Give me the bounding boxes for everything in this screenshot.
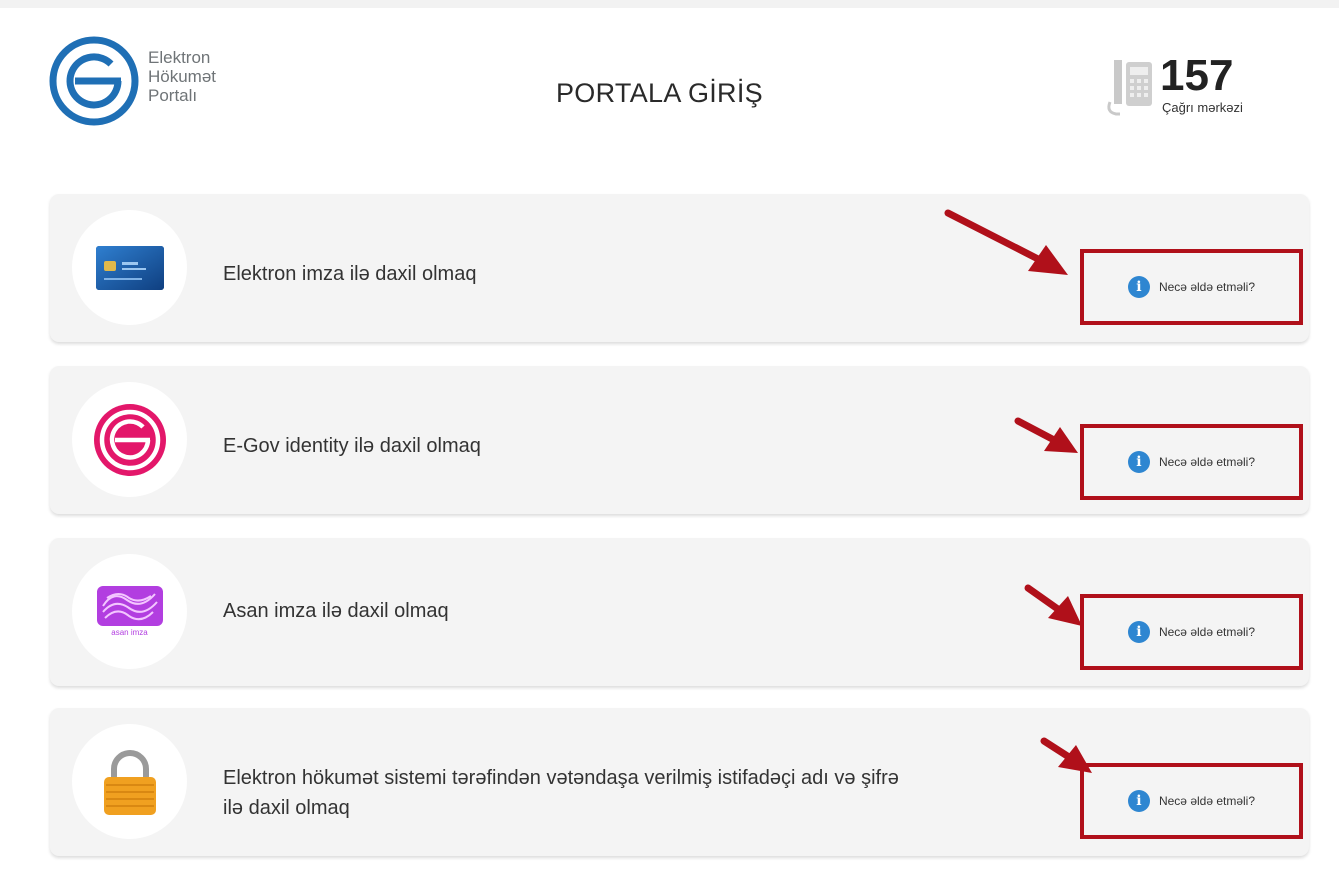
- info-icon: i: [1127, 276, 1150, 298]
- info-icon: i: [1127, 621, 1150, 643]
- login-option-asan-imza[interactable]: asan imza Asan imza ilə daxil olmaq i Ne…: [50, 538, 1309, 686]
- asan-imza-icon: [96, 586, 163, 626]
- how-to-obtain-button[interactable]: i Necə əldə etməli?: [1080, 249, 1303, 325]
- annotation-arrow: [1014, 417, 1078, 453]
- option-label[interactable]: E-Gov identity ilə daxil olmaq: [223, 431, 481, 461]
- annotation-arrow: [1040, 737, 1092, 773]
- option-icon-circle: [72, 382, 187, 497]
- smart-card-icon: [95, 245, 164, 290]
- asan-imza-caption: asan imza: [111, 628, 148, 637]
- call-center-label: Çağrı mərkəzi: [1162, 100, 1243, 115]
- how-to-obtain-label: Necə əldə etməli?: [1158, 455, 1256, 469]
- login-option-username-password[interactable]: Elektron hökumət sistemi tərəfindən vətə…: [50, 708, 1309, 856]
- annotation-arrow: [1024, 584, 1082, 626]
- login-option-egov-identity[interactable]: E-Gov identity ilə daxil olmaq i Necə əl…: [50, 366, 1309, 514]
- call-center-number: 157: [1160, 51, 1234, 100]
- info-icon: i: [1127, 790, 1150, 812]
- login-page: Elektron Hökumət Portalı PORTALA GİRİŞ 1…: [0, 8, 1339, 875]
- padlock-icon: [103, 749, 156, 815]
- call-center: 157 Çağrı mərkəzi: [1100, 54, 1243, 120]
- info-icon: i: [1127, 451, 1150, 473]
- how-to-obtain-button[interactable]: i Necə əldə etməli?: [1080, 763, 1303, 839]
- option-label[interactable]: Elektron imza ilə daxil olmaq: [223, 259, 476, 289]
- option-icon-circle: asan imza: [72, 554, 187, 669]
- logo-line: Portalı: [148, 86, 198, 105]
- logo-line: Elektron: [148, 48, 211, 67]
- how-to-obtain-label: Necə əldə etməli?: [1158, 280, 1256, 294]
- how-to-obtain-label: Necə əldə etməli?: [1158, 794, 1256, 808]
- call-center-text: 157 Çağrı mərkəzi: [1156, 54, 1243, 120]
- how-to-obtain-button[interactable]: i Necə əldə etməli?: [1080, 424, 1303, 500]
- how-to-obtain-label: Necə əldə etməli?: [1158, 625, 1256, 639]
- logo-line: Hökumət: [148, 67, 217, 86]
- option-icon-circle: [72, 724, 187, 839]
- option-label[interactable]: Asan imza ilə daxil olmaq: [223, 596, 449, 626]
- page-title: PORTALA GİRİŞ: [556, 78, 763, 108]
- egov-portal-logo[interactable]: Elektron Hökumət Portalı: [48, 34, 216, 128]
- egov-logo-icon: [49, 36, 139, 126]
- phone-icon: [1107, 60, 1152, 116]
- option-label-line: Elektron hökumət sistemi tərəfindən vətə…: [223, 767, 899, 789]
- option-label-line: ilə daxil olmaq: [223, 797, 350, 819]
- logo-wordmark: Elektron Hökumət Portalı: [148, 48, 216, 105]
- option-label[interactable]: Elektron hökumət sistemi tərəfindən vətə…: [223, 763, 899, 823]
- option-icon-circle: [72, 210, 187, 325]
- annotation-arrow: [944, 209, 1068, 275]
- how-to-obtain-button[interactable]: i Necə əldə etməli?: [1080, 594, 1303, 670]
- egov-identity-icon: [93, 403, 166, 476]
- login-option-electronic-signature[interactable]: Elektron imza ilə daxil olmaq i Necə əld…: [50, 194, 1309, 342]
